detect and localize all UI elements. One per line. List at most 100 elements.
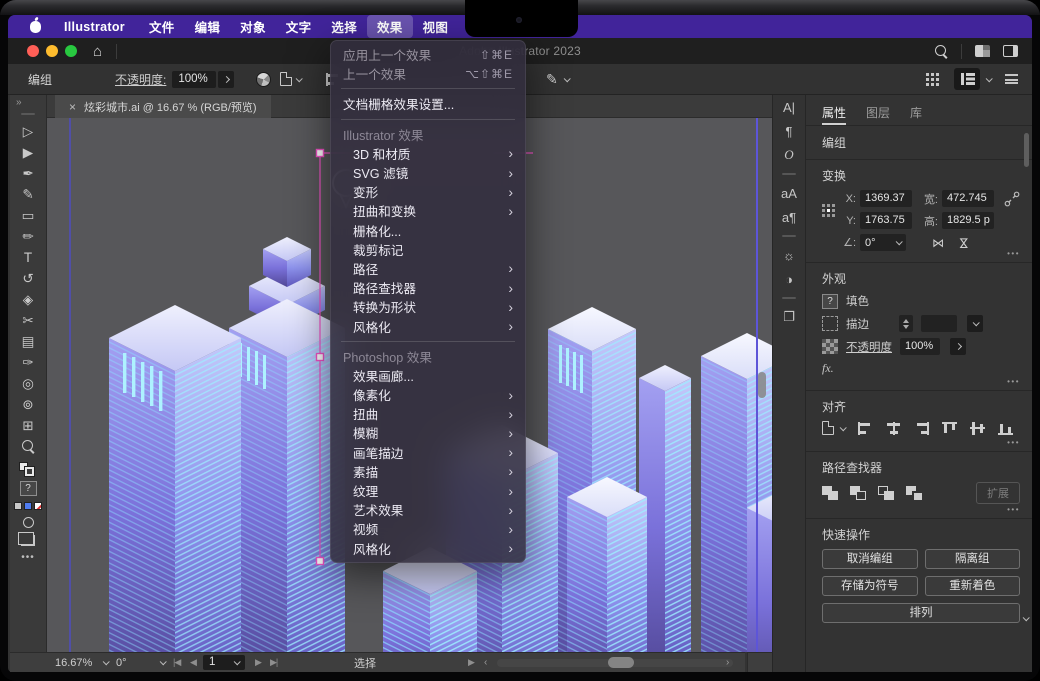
eyedropper-tool[interactable]: ✑ <box>10 352 46 373</box>
pathfinder-intersect-button[interactable] <box>878 486 894 500</box>
canvas-vscrollbar-thumb[interactable] <box>758 372 766 398</box>
fill-proxy-unknown[interactable]: ? <box>20 481 37 496</box>
curvature-tool[interactable]: ✎ <box>10 184 46 205</box>
rotation-value[interactable]: 0° <box>116 657 127 669</box>
touch-workspace-icon[interactable] <box>926 73 929 76</box>
effects-menu-item[interactable]: SVG 滤镜› <box>331 163 525 182</box>
height-field[interactable]: 1829.5 p <box>942 212 994 229</box>
screen-mode-icon[interactable] <box>21 535 35 546</box>
zoom-tool[interactable] <box>10 436 46 457</box>
document-tab[interactable]: × 炫彩城市.ai @ 16.67 % (RGB/预览) <box>55 95 271 118</box>
previous-artboard-button[interactable]: ◀ <box>190 653 196 672</box>
opacity-icon[interactable] <box>822 339 838 354</box>
rotation-dropdown-chevron[interactable] <box>160 658 167 665</box>
panel-layout-icon[interactable] <box>1003 45 1018 57</box>
blue-swatch[interactable] <box>24 502 32 510</box>
scroll-right-arrow[interactable]: › <box>726 653 729 672</box>
artboard-tool[interactable]: ⊞ <box>10 415 46 436</box>
fill-color-well[interactable]: ? <box>822 294 838 309</box>
align-top-button[interactable] <box>942 422 957 435</box>
quick-action-重新着色[interactable]: 重新着色 <box>925 576 1021 596</box>
workspace-switcher-icon[interactable] <box>975 45 990 57</box>
fill-stroke-swap-icon[interactable] <box>18 461 38 477</box>
artboard-options-icon[interactable] <box>280 72 292 86</box>
gradient-tool[interactable]: ▤ <box>10 331 46 352</box>
effects-menu-item[interactable]: 上一个效果⌥⇧⌘E <box>331 64 525 83</box>
menubar-item-视图[interactable]: 视图 <box>413 15 459 38</box>
effects-menu-item[interactable]: 风格化› <box>331 539 525 558</box>
tab-libraries[interactable]: 库 <box>910 104 922 125</box>
paintbrush-tool[interactable]: ✏ <box>10 226 46 247</box>
menubar-item-编辑[interactable]: 编辑 <box>185 15 231 38</box>
align-middle-v-button[interactable] <box>970 422 985 435</box>
status-expand-arrow[interactable]: ▶ <box>468 653 474 672</box>
quick-action-隔离组[interactable]: 隔离组 <box>925 549 1021 569</box>
zoom-level[interactable]: 16.67% <box>55 657 92 669</box>
effects-menu-item[interactable]: 栅格化... <box>331 221 525 240</box>
appearance-panel-icon[interactable]: ☼ <box>773 243 805 267</box>
align-left-button[interactable] <box>858 422 873 435</box>
effects-menu-item[interactable]: 变形› <box>331 182 525 201</box>
scroll-left-arrow[interactable]: ‹ <box>484 653 487 672</box>
menubar-item-文件[interactable]: 文件 <box>139 15 185 38</box>
opacity-dropdown-button[interactable] <box>218 71 234 88</box>
opacity-value-field[interactable]: 100% <box>172 71 216 88</box>
artboard-options-chevron[interactable] <box>296 75 303 82</box>
draw-mode-icon[interactable] <box>23 517 34 528</box>
type-tool[interactable]: T <box>10 247 46 268</box>
effects-menu-item[interactable]: 效果画廊... <box>331 366 525 385</box>
panel-opacity-dropdown[interactable] <box>950 338 966 355</box>
transform-more-options[interactable]: ••• <box>1007 249 1020 258</box>
apple-menu-icon[interactable] <box>30 21 41 33</box>
effects-menu-item[interactable]: 裁剪标记 <box>331 240 525 259</box>
reference-point-selector[interactable] <box>822 204 833 217</box>
pathfinder-exclude-button[interactable] <box>906 486 922 500</box>
angle-select[interactable]: 0° <box>860 234 906 251</box>
effects-menu-item[interactable]: 转换为形状› <box>331 297 525 316</box>
direct-selection-tool[interactable]: ▶ <box>10 142 46 163</box>
eraser-tool[interactable]: ◈ <box>10 289 46 310</box>
pathfinder-unite-button[interactable] <box>822 486 838 500</box>
quick-action-取消编组[interactable]: 取消编组 <box>822 549 918 569</box>
next-artboard-button[interactable]: ▶ <box>255 653 261 672</box>
tab-properties[interactable]: 属性 <box>822 104 846 125</box>
paragraph-panel-icon[interactable]: ¶ <box>773 119 805 143</box>
menubar-item-Illustrator[interactable]: Illustrator <box>54 18 139 36</box>
align-more-options[interactable]: ••• <box>1007 438 1020 447</box>
tab-layers[interactable]: 图层 <box>866 104 890 125</box>
y-field[interactable]: 1763.75 <box>860 212 912 229</box>
stroke-weight-dropdown[interactable] <box>967 315 983 332</box>
align-center-h-button[interactable] <box>886 422 901 435</box>
selection-tool[interactable]: ▷ <box>10 121 46 142</box>
first-artboard-button[interactable]: |◀ <box>173 653 180 672</box>
panel-menu-icon[interactable] <box>1005 74 1018 84</box>
document-setup-icon[interactable] <box>954 68 980 90</box>
character-panel-icon[interactable]: A| <box>773 95 805 119</box>
effects-menu-item[interactable]: 视频› <box>331 519 525 538</box>
toolbar-grip[interactable] <box>21 113 35 115</box>
artboard-navigation-field[interactable]: 1 <box>203 655 245 670</box>
artboards-panel-icon[interactable]: ❐ <box>773 305 805 329</box>
document-setup-chevron[interactable] <box>986 75 993 82</box>
pathfinder-minus-front-button[interactable] <box>850 486 866 500</box>
hscrollbar-thumb[interactable] <box>608 657 634 668</box>
constrain-proportions-icon[interactable] <box>1004 191 1020 207</box>
more-tools-button[interactable]: ••• <box>10 552 46 571</box>
blend-tool[interactable]: ◎ <box>10 373 46 394</box>
effects-menu-item[interactable]: 扭曲和变换› <box>331 201 525 220</box>
stroke-weight-field[interactable] <box>921 315 957 332</box>
stroke-weight-stepper[interactable] <box>899 315 913 332</box>
effects-menu-item[interactable]: 扭曲› <box>331 404 525 423</box>
effects-menu-item[interactable]: 文档栅格效果设置... <box>331 94 525 113</box>
pen-tool[interactable]: ✒ <box>10 163 46 184</box>
effects-menu-item[interactable]: 应用上一个效果⇧⌘E <box>331 45 525 64</box>
width-field[interactable]: 472.745 <box>942 190 994 207</box>
panel-scrollbar-thumb[interactable] <box>1024 133 1029 167</box>
none-swatch[interactable] <box>34 502 42 510</box>
menubar-item-效果[interactable]: 效果 <box>367 15 413 38</box>
last-artboard-button[interactable]: ▶| <box>270 653 277 672</box>
effects-menu-item[interactable]: 纹理› <box>331 481 525 500</box>
fx-button[interactable]: fx. <box>822 361 1020 376</box>
panel-opacity-field[interactable]: 100% <box>900 338 940 355</box>
effects-menu-item[interactable]: 素描› <box>331 462 525 481</box>
